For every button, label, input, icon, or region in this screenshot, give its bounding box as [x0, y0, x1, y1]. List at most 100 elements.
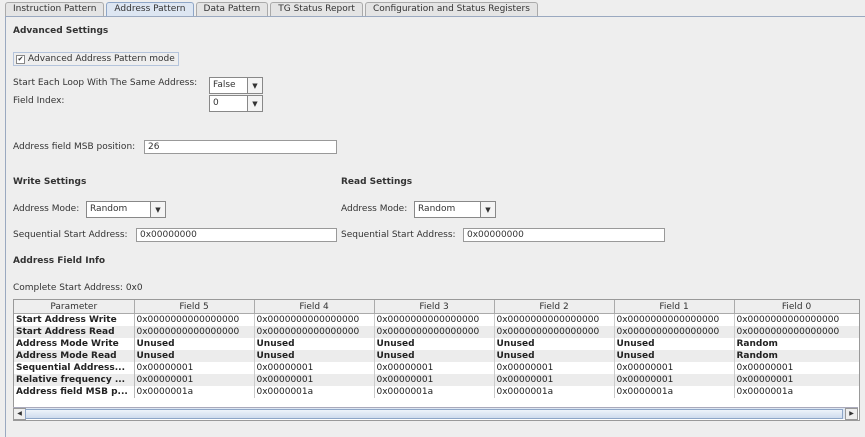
tab-config-status-registers[interactable]: Configuration and Status Registers — [364, 2, 538, 16]
field-cell[interactable]: 0x00000001 — [134, 362, 255, 374]
same-address-value: False — [213, 80, 236, 90]
field-cell[interactable]: 0x00000001 — [494, 374, 615, 386]
chevron-down-icon[interactable]: ▼ — [247, 78, 262, 93]
column-header[interactable]: Field 2 — [494, 300, 615, 314]
table-row[interactable]: Relative frequency ... 0x00000001 0x000000… — [14, 374, 859, 386]
field-cell[interactable]: 0x0000000000000000 — [134, 326, 255, 338]
field-cell[interactable]: 0x00000001 — [374, 374, 495, 386]
column-header[interactable]: Field 0 — [734, 300, 859, 314]
table-row[interactable]: Start Address Read 0x0000000000000000 0x00… — [14, 326, 859, 338]
field-cell[interactable]: 0x0000000000000000 — [734, 326, 859, 338]
column-header[interactable]: Field 4 — [254, 300, 375, 314]
write-start-input[interactable]: 0x00000000 — [136, 228, 337, 242]
field-cell[interactable]: 0x0000001a — [614, 386, 735, 398]
table-row[interactable]: Address Mode Write Unused Unused Unused Unus… — [14, 338, 859, 350]
same-address-select[interactable]: False ▼ — [209, 77, 263, 94]
tab-tg-status-report[interactable]: TG Status Report — [270, 2, 363, 16]
field-cell[interactable]: 0x0000000000000000 — [494, 326, 615, 338]
field-cell[interactable]: 0x0000000000000000 — [614, 326, 735, 338]
scroll-right-icon[interactable]: ▶ — [845, 408, 858, 420]
parameter-cell[interactable]: Address field MSB p... — [14, 386, 135, 398]
field-cell[interactable]: 0x0000000000000000 — [254, 313, 375, 326]
field-cell[interactable]: Unused — [254, 338, 375, 350]
address-field-table: Parameter Field 5 Field 4 Field 3 Field 2 Fie… — [13, 299, 860, 421]
parameter-cell[interactable]: Start Address Read — [14, 326, 135, 338]
table-row[interactable]: Start Address Write 0x0000000000000000 0x0… — [14, 313, 859, 326]
field-cell[interactable]: 0x00000001 — [734, 362, 859, 374]
field-index-select[interactable]: 0 ▼ — [209, 95, 263, 112]
advanced-mode-label: Advanced Address Pattern mode — [28, 54, 175, 64]
read-mode-value: Random — [418, 204, 456, 214]
field-cell[interactable]: Unused — [254, 350, 375, 362]
field-cell[interactable]: 0x00000001 — [734, 374, 859, 386]
field-cell[interactable]: 0x00000001 — [254, 374, 375, 386]
field-cell[interactable]: Random — [734, 338, 859, 350]
field-cell[interactable]: Unused — [134, 350, 255, 362]
field-cell[interactable]: 0x0000001a — [134, 386, 255, 398]
table-row[interactable]: Address field MSB p... 0x0000001a 0x000000… — [14, 386, 859, 398]
horizontal-scrollbar[interactable]: ◀ ▶ — [13, 407, 858, 420]
column-header[interactable]: Parameter — [14, 300, 135, 314]
field-index-label: Field Index: — [13, 96, 65, 106]
parameter-cell[interactable]: Sequential Address... — [14, 362, 135, 374]
tab-data-pattern[interactable]: Data Pattern — [195, 2, 269, 16]
field-cell[interactable]: Unused — [614, 338, 735, 350]
chevron-down-icon[interactable]: ▼ — [480, 202, 495, 217]
field-cell[interactable]: 0x0000000000000000 — [374, 313, 495, 326]
tab-instruction-pattern[interactable]: Instruction Pattern — [5, 2, 105, 16]
tab-address-pattern[interactable]: Address Pattern — [106, 2, 194, 16]
field-cell[interactable]: 0x0000000000000000 — [254, 326, 375, 338]
field-cell[interactable]: 0x0000000000000000 — [374, 326, 495, 338]
parameter-cell[interactable]: Address Mode Write — [14, 338, 135, 350]
field-cell[interactable]: 0x00000001 — [614, 374, 735, 386]
read-start-input[interactable]: 0x00000000 — [463, 228, 665, 242]
field-index-value: 0 — [213, 98, 219, 108]
column-header[interactable]: Field 3 — [374, 300, 495, 314]
checkbox-checked-icon: ✔ — [16, 54, 25, 64]
chevron-down-icon[interactable]: ▼ — [247, 96, 262, 111]
field-cell[interactable]: 0x0000000000000000 — [134, 313, 255, 326]
complete-start-address: Complete Start Address: 0x0 — [13, 283, 143, 293]
field-cell[interactable]: Unused — [374, 350, 495, 362]
parameter-cell[interactable]: Relative frequency ... — [14, 374, 135, 386]
field-info-heading: Address Field Info — [13, 256, 106, 266]
field-cell[interactable]: 0x00000001 — [494, 362, 615, 374]
write-mode-value: Random — [90, 204, 128, 214]
field-cell[interactable]: 0x0000001a — [254, 386, 375, 398]
field-cell[interactable]: Unused — [494, 338, 615, 350]
write-settings-heading: Write Settings — [13, 177, 87, 187]
field-cell[interactable]: Unused — [374, 338, 495, 350]
msb-label: Address field MSB position: — [13, 142, 136, 152]
field-cell[interactable]: 0x0000000000000000 — [614, 313, 735, 326]
field-cell[interactable]: Random — [734, 350, 859, 362]
read-start-label: Sequential Start Address: — [341, 230, 456, 240]
field-cell[interactable]: Unused — [134, 338, 255, 350]
scrollbar-thumb[interactable] — [25, 409, 843, 419]
msb-input[interactable]: 26 — [144, 140, 337, 154]
table-row[interactable]: Sequential Address... 0x00000001 0x0000000… — [14, 362, 859, 374]
tab-bar: Instruction Pattern Address Pattern Data… — [5, 2, 540, 16]
field-cell[interactable]: 0x0000001a — [734, 386, 859, 398]
field-cell[interactable]: Unused — [494, 350, 615, 362]
field-cell[interactable]: 0x0000000000000000 — [734, 313, 859, 326]
advanced-mode-checkbox[interactable]: ✔ Advanced Address Pattern mode — [13, 52, 179, 66]
field-cell[interactable]: 0x0000001a — [374, 386, 495, 398]
chevron-down-icon[interactable]: ▼ — [150, 202, 165, 217]
parameter-cell[interactable]: Address Mode Read — [14, 350, 135, 362]
field-cell[interactable]: 0x00000001 — [614, 362, 735, 374]
field-cell[interactable]: 0x00000001 — [254, 362, 375, 374]
write-mode-select[interactable]: Random ▼ — [86, 201, 166, 218]
field-cell[interactable]: 0x0000001a — [494, 386, 615, 398]
read-mode-label: Address Mode: — [341, 204, 408, 214]
field-cell[interactable]: Unused — [614, 350, 735, 362]
field-cell[interactable]: 0x0000000000000000 — [494, 313, 615, 326]
field-cell[interactable]: 0x00000001 — [134, 374, 255, 386]
write-mode-label: Address Mode: — [13, 204, 80, 214]
table-row[interactable]: Address Mode Read Unused Unused Unused Unuse… — [14, 350, 859, 362]
column-header[interactable]: Field 5 — [134, 300, 255, 314]
read-mode-select[interactable]: Random ▼ — [414, 201, 496, 218]
parameter-cell[interactable]: Start Address Write — [14, 313, 135, 326]
field-cell[interactable]: 0x00000001 — [374, 362, 495, 374]
write-start-label: Sequential Start Address: — [13, 230, 128, 240]
column-header[interactable]: Field 1 — [614, 300, 735, 314]
